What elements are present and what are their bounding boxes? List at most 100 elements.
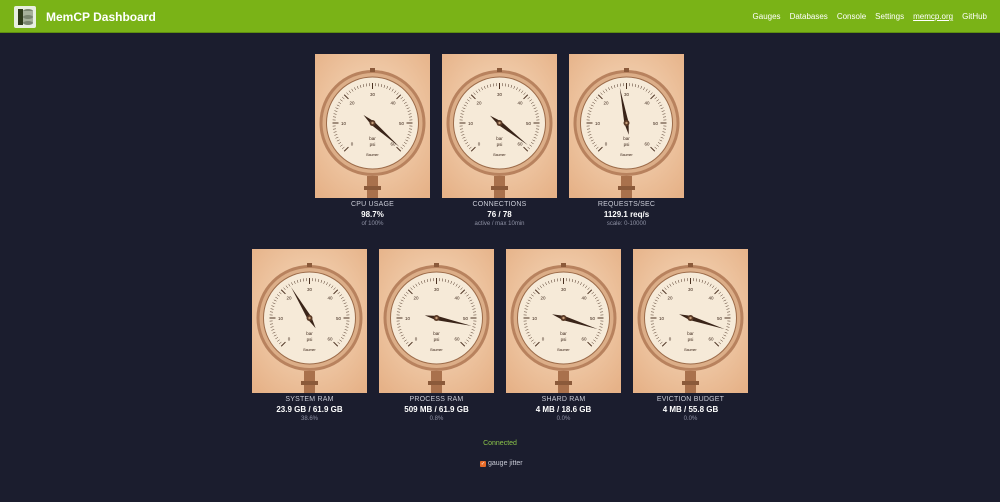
gauge-tile: 0 10 20 30 40 50 60 bar psi Baumer SHARD RAM 4 MB /… (506, 249, 621, 422)
dial-tick-label: 40 (327, 295, 333, 300)
gauge-jitter-toggle[interactable]: ✓ gauge jitter (480, 460, 523, 467)
dial-unit-bar: bar (623, 136, 630, 141)
dial-tick-label: 20 (286, 295, 292, 300)
dial-tick-label: 50 (653, 121, 659, 126)
dial-unit-bar: bar (433, 331, 440, 336)
gauge-subtext: of 100% (361, 221, 384, 227)
dial-tick-label: 10 (659, 316, 665, 321)
gauge-jitter-label: gauge jitter (488, 460, 523, 467)
gauge-tile: 0 10 20 30 40 50 60 bar psi Baumer REQUESTS/SEC 112… (569, 54, 684, 227)
gauge-value: 4 MB / 55.8 GB (662, 405, 719, 414)
pressure-gauge-image: 0102030405060barpsiBaumer (442, 54, 557, 198)
dial-unit-bar: bar (687, 331, 694, 336)
gauge-title: EVICTION BUDGET (656, 396, 725, 403)
dial-unit-psi: psi (434, 337, 440, 342)
gauge-jitter-checkbox[interactable]: ✓ (480, 460, 486, 467)
gauge-tile: 0 10 20 30 40 50 60 bar psi Baumer EVICTION BUDGET… (633, 249, 748, 422)
dial-tick-label: 20 (413, 295, 419, 300)
nav-github-link[interactable]: GitHub (962, 12, 987, 21)
gauge-tile: 0 10 20 30 40 50 60 bar psi Baumer PROCESS RAM 509 … (379, 249, 494, 422)
dial-tick-label: 60 (581, 337, 587, 342)
top-bar: MemCP Dashboard Gauges Databases Console… (0, 0, 1000, 33)
dial-tick-label: 20 (476, 100, 482, 105)
gauge-subtext: 0.8% (429, 416, 444, 422)
dial-tick-label: 40 (454, 295, 460, 300)
dial-tick-label: 10 (278, 316, 284, 321)
dial-unit-psi: psi (497, 142, 503, 147)
pressure-gauge-image: 0102030405060barpsiBaumer (506, 249, 621, 393)
dial-unit-bar: bar (306, 331, 313, 336)
dial-tick-label: 30 (688, 287, 694, 292)
gauge-value: 23.9 GB / 61.9 GB (276, 405, 343, 414)
gauge-value: 4 MB / 18.6 GB (535, 405, 592, 414)
dial-tick-label: 40 (390, 100, 396, 105)
dial-unit-psi: psi (624, 142, 630, 147)
dial-maker-label: Baumer (430, 348, 443, 352)
dial-unit-psi: psi (370, 142, 376, 147)
dial-tick-label: 50 (463, 316, 469, 321)
gauge-value: 76 / 78 (487, 210, 512, 219)
nav-settings[interactable]: Settings (875, 12, 904, 21)
gauge-tile: 0 10 20 30 40 50 60 bar psi Baumer SYSTEM RAM 23.9 … (252, 249, 367, 422)
dial-tick-label: 20 (540, 295, 546, 300)
dial-unit-bar: bar (496, 136, 503, 141)
gauge-subtext: 38.6% (300, 416, 318, 422)
dial-tick-label: 10 (532, 316, 538, 321)
gauge-subtext: 0.0% (556, 416, 571, 422)
gauge-value: 1129.1 req/s (603, 210, 650, 219)
nav-console[interactable]: Console (837, 12, 866, 21)
pressure-gauge-image: 0102030405060barpsiBaumer (633, 249, 748, 393)
dial-tick-label: 40 (517, 100, 523, 105)
dial-tick-label: 30 (370, 92, 376, 97)
gauge-title: CPU USAGE (350, 201, 395, 208)
dial-unit-psi: psi (561, 337, 567, 342)
gauge-tile: 0 10 20 30 40 50 60 bar psi Baumer CONNECTIONS 76 /… (442, 54, 557, 227)
dial-maker-label: Baumer (366, 153, 379, 157)
dial-maker-label: Baumer (620, 153, 633, 157)
gauge-value: 509 MB / 61.9 GB (404, 405, 469, 414)
dial-tick-label: 10 (341, 121, 347, 126)
database-logo-icon (14, 6, 36, 28)
dial-tick-label: 40 (708, 295, 714, 300)
gauge-title: REQUESTS/SEC (597, 201, 656, 208)
dial-unit-psi: psi (307, 337, 313, 342)
dial-tick-label: 40 (644, 100, 650, 105)
dial-unit-bar: bar (560, 331, 567, 336)
dial-tick-label: 10 (595, 121, 601, 126)
dial-unit-bar: bar (369, 136, 376, 141)
gauge-subtext: 0.0% (683, 416, 698, 422)
gauge-subtext: active / max 10min (474, 221, 525, 227)
dial-tick-label: 30 (307, 287, 313, 292)
gauge-tile: 0 10 20 30 40 50 60 bar psi Baumer CPU USAGE 98.7% o… (315, 54, 430, 227)
gauge-value: 98.7% (361, 210, 384, 219)
gauge-subtext: scale: 0-10000 (606, 221, 647, 227)
nav-databases[interactable]: Databases (790, 12, 828, 21)
dial-tick-label: 10 (405, 316, 411, 321)
dial-tick-label: 50 (590, 316, 596, 321)
pressure-gauge-image: 0102030405060barpsiBaumer (379, 249, 494, 393)
dial-tick-label: 50 (399, 121, 405, 126)
nav-gauges[interactable]: Gauges (753, 12, 781, 21)
pressure-gauge-image: 0102030405060barpsiBaumer (569, 54, 684, 198)
pressure-gauge-image: 0102030405060barpsiBaumer (252, 249, 367, 393)
dial-tick-label: 30 (624, 92, 630, 97)
gauge-title: PROCESS RAM (409, 396, 464, 403)
dial-tick-label: 60 (327, 337, 333, 342)
dial-tick-label: 50 (336, 316, 342, 321)
main-nav: Gauges Databases Console Settings memcp.… (753, 12, 987, 21)
dial-tick-label: 60 (390, 142, 396, 147)
dial-tick-label: 60 (644, 142, 650, 147)
dial-tick-label: 60 (708, 337, 714, 342)
dial-maker-label: Baumer (303, 348, 316, 352)
dial-tick-label: 60 (517, 142, 523, 147)
gauge-title: CONNECTIONS (472, 201, 527, 208)
dial-tick-label: 10 (468, 121, 474, 126)
connection-status: Connected (483, 440, 517, 447)
dial-tick-label: 40 (581, 295, 587, 300)
gauge-title: SYSTEM RAM (285, 396, 334, 403)
dial-maker-label: Baumer (493, 153, 506, 157)
dial-unit-psi: psi (688, 337, 694, 342)
nav-memcp-org-link[interactable]: memcp.org (913, 12, 953, 21)
dial-tick-label: 50 (526, 121, 532, 126)
dial-tick-label: 30 (434, 287, 440, 292)
